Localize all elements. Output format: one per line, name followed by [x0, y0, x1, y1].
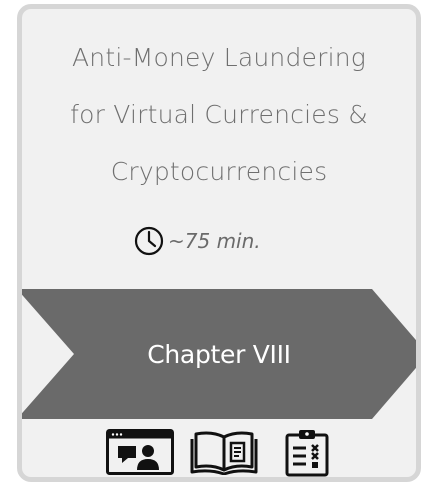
course-title-line-1: Anti-Money Laundering — [71, 43, 366, 72]
video-presentation-icon — [106, 429, 174, 477]
course-title: Anti-Money Laundering for Virtual Curren… — [22, 29, 416, 200]
course-card[interactable]: Anti-Money Laundering for Virtual Curren… — [17, 4, 421, 482]
course-title-line-2: for Virtual Currencies & — [70, 100, 368, 129]
course-title-line-3: Cryptocurrencies — [110, 157, 328, 186]
content-type-icons — [106, 429, 346, 477]
open-book-icon — [190, 429, 258, 477]
clock-icon — [134, 226, 164, 256]
quiz-checklist-icon — [284, 429, 330, 477]
chapter-label: Chapter VIII — [147, 339, 291, 369]
duration-text: ~75 min. — [168, 229, 261, 253]
course-duration: ~75 min. — [134, 223, 261, 259]
chapter-banner: Chapter VIII — [22, 289, 416, 419]
